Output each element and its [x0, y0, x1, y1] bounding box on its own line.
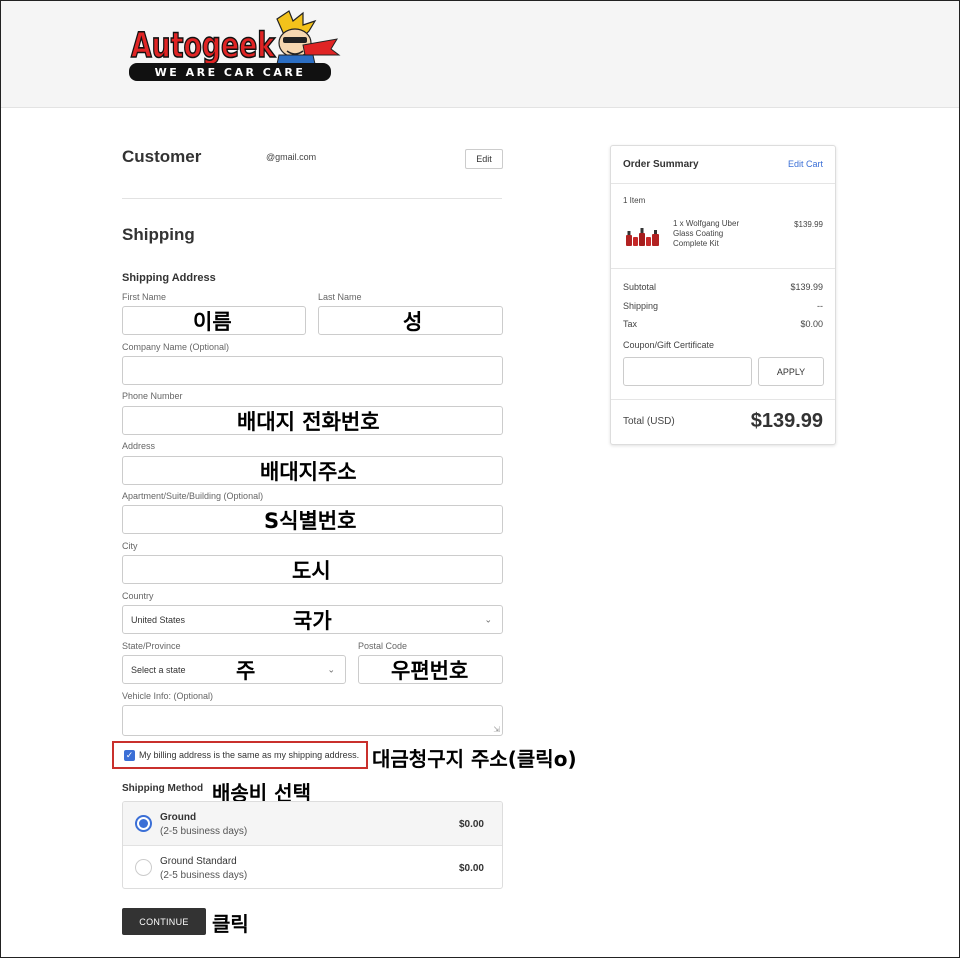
apartment-annotation: S식별번호 — [264, 508, 357, 533]
tax-value: $0.00 — [800, 319, 823, 329]
shipping-option-price: $0.00 — [458, 819, 484, 830]
last-name-input[interactable]: 성 — [318, 306, 503, 335]
total-value: $139.99 — [750, 410, 823, 432]
state-label: State/Province — [122, 641, 181, 651]
site-header: Autogeek WE ARE CAR CARE — [1, 1, 959, 108]
address-annotation: 배대지주소 — [260, 459, 357, 484]
shipping-method-heading: Shipping Method — [122, 783, 204, 794]
subtotal-value: $139.99 — [790, 282, 823, 292]
billing-same-label: My billing address is the same as my shi… — [139, 750, 360, 760]
state-value: Select a state — [131, 664, 186, 675]
shipping-option-detail: (2-5 business days) — [160, 870, 248, 881]
shipping-option-name: Ground — [160, 812, 197, 823]
shipping-option-ground[interactable]: Ground (2-5 business days) $0.00 — [123, 802, 502, 846]
summary-divider — [611, 268, 835, 269]
company-input[interactable] — [122, 356, 503, 385]
radio-unselected-icon[interactable] — [135, 859, 152, 876]
total-label: Total (USD) — [623, 416, 675, 427]
apartment-input[interactable]: S식별번호 — [122, 505, 503, 534]
apply-coupon-button[interactable]: APPLY — [758, 357, 824, 386]
order-summary-title: Order Summary — [623, 159, 699, 170]
vehicle-textarea[interactable]: ⇲ — [122, 705, 503, 736]
shipping-cost-value: -- — [817, 301, 823, 311]
phone-input[interactable]: 배대지 전화번호 — [122, 406, 503, 435]
edit-cart-link[interactable]: Edit Cart — [788, 159, 823, 169]
shipping-title: Shipping — [122, 225, 195, 244]
state-annotation: 주 — [236, 658, 256, 683]
autogeek-logo[interactable]: Autogeek WE ARE CAR CARE — [127, 9, 341, 85]
country-value: United States — [131, 614, 186, 625]
continue-annotation: 클릭 — [212, 912, 249, 936]
address-label: Address — [122, 441, 156, 451]
state-select[interactable]: Select a state 주 ⌄ — [122, 655, 346, 684]
edit-customer-button[interactable]: Edit — [465, 149, 503, 169]
shipping-option-name: Ground Standard — [160, 856, 237, 867]
item-name-line2: Glass Coating — [673, 229, 724, 238]
item-price: $139.99 — [794, 220, 823, 229]
customer-email: @gmail.com — [266, 152, 317, 162]
phone-label: Phone Number — [122, 391, 183, 401]
logo-tagline: WE ARE CAR CARE — [155, 66, 306, 79]
country-annotation: 국가 — [293, 608, 332, 633]
order-summary-header: Order Summary Edit Cart — [611, 146, 835, 184]
continue-button[interactable]: CONTINUE — [122, 908, 206, 935]
customer-title: Customer — [122, 147, 202, 166]
order-summary-panel: Order Summary Edit Cart 1 Item 1 x Wolfg… — [610, 145, 836, 445]
item-count: 1 Item — [623, 196, 646, 205]
item-name-line1: 1 x Wolfgang Uber — [673, 219, 740, 228]
last-name-label: Last Name — [318, 292, 362, 302]
shipping-address-heading: Shipping Address — [122, 272, 216, 284]
postal-label: Postal Code — [358, 641, 408, 651]
billing-annotation: 대금청구지 주소(클릭o) — [372, 747, 577, 771]
shipping-cost-label: Shipping — [623, 301, 659, 311]
billing-same-checkbox-row[interactable]: ✓ My billing address is the same as my s… — [112, 741, 368, 769]
country-label: Country — [122, 591, 154, 601]
last-name-annotation: 성 — [403, 309, 423, 334]
postal-input[interactable]: 우편번호 — [358, 655, 503, 684]
radio-selected-icon[interactable] — [135, 815, 152, 832]
summary-divider — [611, 399, 835, 400]
chevron-down-icon: ⌄ — [327, 664, 335, 674]
city-annotation: 도시 — [292, 558, 331, 583]
shipping-option-price: $0.00 — [458, 863, 484, 874]
city-input[interactable]: 도시 — [122, 555, 503, 584]
item-name-line3: Complete Kit — [673, 239, 719, 248]
country-select[interactable]: United States 국가 ⌄ — [122, 605, 503, 634]
postal-annotation: 우편번호 — [391, 658, 469, 683]
address-input[interactable]: 배대지주소 — [122, 456, 503, 485]
company-label: Company Name (Optional) — [122, 342, 230, 352]
chevron-down-icon: ⌄ — [484, 614, 492, 624]
city-label: City — [122, 541, 138, 551]
coupon-input[interactable] — [623, 357, 752, 386]
shipping-option-detail: (2-5 business days) — [160, 826, 248, 837]
logo-wordmark: Autogeek — [131, 26, 276, 66]
coupon-label: Coupon/Gift Certificate — [623, 340, 715, 350]
subtotal-label: Subtotal — [623, 282, 657, 292]
section-divider — [122, 198, 502, 199]
first-name-annotation: 이름 — [193, 309, 232, 334]
first-name-label: First Name — [122, 292, 167, 302]
shipping-option-ground-standard[interactable]: Ground Standard (2-5 business days) $0.0… — [123, 846, 502, 888]
resize-handle-icon[interactable]: ⇲ — [493, 725, 500, 734]
shipping-method-list: Ground (2-5 business days) $0.00 Ground … — [122, 801, 503, 889]
checkbox-checked-icon[interactable]: ✓ — [124, 750, 135, 761]
apartment-label: Apartment/Suite/Building (Optional) — [122, 491, 264, 501]
phone-annotation: 배대지 전화번호 — [237, 409, 380, 434]
tax-label: Tax — [623, 319, 638, 329]
product-thumbnail — [626, 228, 659, 246]
vehicle-label: Vehicle Info: (Optional) — [122, 691, 214, 701]
first-name-input[interactable]: 이름 — [122, 306, 306, 335]
